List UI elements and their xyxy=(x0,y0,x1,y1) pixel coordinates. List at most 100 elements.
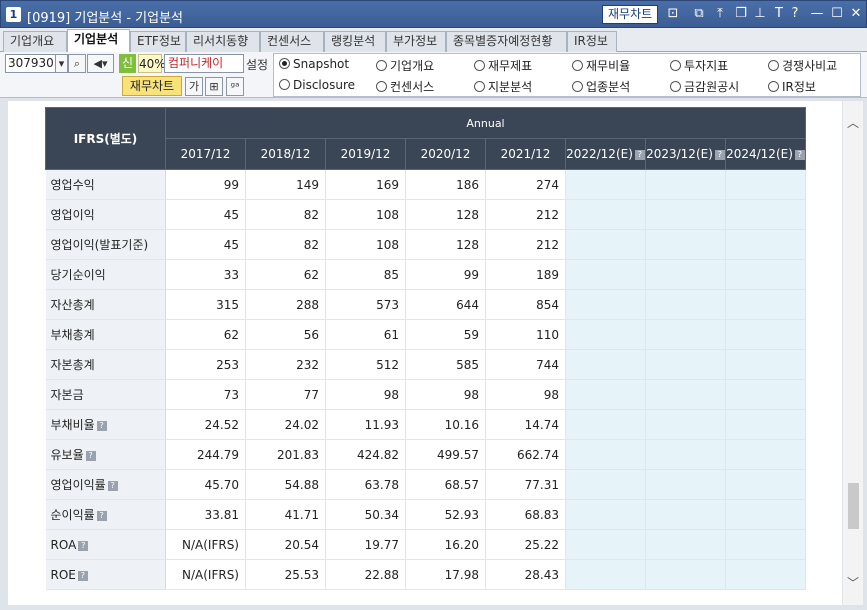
minimize-icon[interactable]: — xyxy=(809,6,825,22)
row-label[interactable]: 영업이익 xyxy=(45,199,166,230)
help-icon[interactable]: ? xyxy=(787,6,803,22)
tab-consensus[interactable]: 컨센서스 xyxy=(260,31,324,52)
radio-dot-icon xyxy=(670,81,681,92)
financial-chart-button[interactable]: 재무차트 xyxy=(122,76,182,96)
radio-dot-icon xyxy=(670,60,681,71)
expand-icon[interactable]: ⊞ xyxy=(205,77,223,96)
help-icon[interactable]: ? xyxy=(634,150,645,160)
row-label[interactable]: 영업수익 xyxy=(45,169,166,200)
radio-ir-info[interactable]: IR정보 xyxy=(768,78,816,95)
help-icon[interactable]: ? xyxy=(96,511,107,521)
table-row: ROE? N/A(IFRS) 25.53 22.88 17.98 28.43 xyxy=(45,559,806,590)
row-label[interactable]: 부채총계 xyxy=(45,319,166,350)
chart-icon[interactable]: ⊡ xyxy=(665,6,681,22)
company-name-field[interactable]: 컴퍼니케이 xyxy=(164,54,244,73)
financial-table: IFRS(별도) Annual 2017/12 2018/12 2019/12 202… xyxy=(45,107,806,590)
radio-competitor-comparison[interactable]: 경쟁사비교 xyxy=(768,57,837,74)
row-label[interactable]: ROE? xyxy=(45,559,166,590)
help-icon[interactable]: ? xyxy=(794,150,805,160)
move-top-icon[interactable]: ⤒ xyxy=(712,6,728,22)
close-icon[interactable]: ✕ xyxy=(848,6,864,22)
table-cell xyxy=(565,439,646,470)
row-label[interactable]: 자본금 xyxy=(45,379,166,410)
table-cell xyxy=(565,409,646,440)
table-row: 영업이익(발표기준) 45 82 108 128 212 xyxy=(45,229,806,260)
tab-ranking[interactable]: 랭킹분석 xyxy=(324,31,386,52)
tab-company-overview[interactable]: 기업개요 xyxy=(3,31,67,52)
radio-consensus[interactable]: 컨센서스 xyxy=(376,78,434,95)
window-title: [0919] 기업분석 - 기업분석 xyxy=(27,11,183,26)
settings-link[interactable]: 설정 xyxy=(246,56,268,73)
maximize-icon[interactable]: ☐ xyxy=(829,6,845,22)
table-cell: 24.52 xyxy=(165,409,246,440)
table-cell: 77 xyxy=(245,379,326,410)
font-up-icon[interactable]: ᵍᵃ xyxy=(226,77,244,96)
tab-ir-info[interactable]: IR정보 xyxy=(567,31,617,52)
scroll-up-icon[interactable]: ︿ xyxy=(847,117,859,129)
radio-fss-disclosure[interactable]: 금감원공시 xyxy=(670,78,739,95)
stock-code-input[interactable]: 307930 xyxy=(5,54,57,73)
table-cell: 20.54 xyxy=(245,529,326,560)
radio-investment-indicators[interactable]: 투자지표 xyxy=(670,57,728,74)
help-icon[interactable]: ? xyxy=(714,150,725,160)
row-label[interactable]: 당기순이익 xyxy=(45,259,166,290)
table-cell: 41.71 xyxy=(245,499,326,530)
table-row: 순이익률? 33.81 41.71 50.34 52.93 68.83 xyxy=(45,499,806,530)
help-icon[interactable]: ? xyxy=(96,421,107,431)
tab-research[interactable]: 리서치동향 xyxy=(186,31,260,52)
link-window-icon[interactable]: ⧉ xyxy=(691,6,707,22)
scroll-thumb[interactable] xyxy=(848,483,859,529)
row-label[interactable]: 자본총계 xyxy=(45,349,166,380)
table-cell: 82 xyxy=(245,199,326,230)
help-icon[interactable]: ? xyxy=(77,570,88,581)
table-cell: N/A(IFRS) xyxy=(165,529,246,560)
tab-etf-info[interactable]: ETF정보 xyxy=(130,31,186,52)
table-cell xyxy=(645,439,726,470)
radio-snapshot[interactable]: Snapshot xyxy=(279,57,349,71)
chevron-down-icon[interactable]: ▾ xyxy=(55,54,68,73)
table-cell: 62 xyxy=(245,259,326,290)
search-icon[interactable]: ⌕ xyxy=(68,54,86,73)
radio-dot-icon xyxy=(572,60,583,71)
font-size-icon[interactable]: 가 xyxy=(185,77,203,96)
table-cell: 744 xyxy=(485,349,566,380)
radio-shareholding[interactable]: 지분분석 xyxy=(474,78,532,95)
row-label[interactable]: 영업이익률? xyxy=(45,469,166,500)
help-icon[interactable]: ? xyxy=(78,540,89,551)
financial-chart-title-button[interactable]: 재무차트 xyxy=(602,5,659,24)
table-cell: 99 xyxy=(405,259,486,290)
table-cell: 98 xyxy=(325,379,406,410)
row-label[interactable]: 부채비율? xyxy=(45,409,166,440)
copy-window-icon[interactable]: ❐ xyxy=(733,6,749,22)
table-cell xyxy=(725,469,806,500)
row-label[interactable]: 순이익률? xyxy=(45,499,166,530)
radio-financial-ratios[interactable]: 재무비율 xyxy=(572,57,630,74)
help-icon[interactable]: ? xyxy=(107,481,118,491)
table-cell xyxy=(645,379,726,410)
radio-industry-analysis[interactable]: 업종분석 xyxy=(572,78,630,95)
table-cell xyxy=(565,199,646,230)
row-label[interactable]: 영업이익(발표기준) xyxy=(45,229,166,260)
row-label[interactable]: 자산총계 xyxy=(45,289,166,320)
radio-financial-statements[interactable]: 재무제표 xyxy=(474,57,532,74)
table-cell xyxy=(645,529,726,560)
table-row: 부채비율? 24.52 24.02 11.93 10.16 14.74 xyxy=(45,409,806,440)
tab-bar: 기업개요 기업분석 ETF정보 리서치동향 컨센서스 랭킹분석 부가정보 종목별… xyxy=(0,28,867,53)
table-cell xyxy=(565,169,646,200)
table-cell: 499.57 xyxy=(405,439,486,470)
scroll-down-icon[interactable]: ﹀ xyxy=(847,577,859,589)
font-icon[interactable]: T xyxy=(771,6,787,22)
tab-company-analysis[interactable]: 기업분석 xyxy=(67,29,130,53)
row-label[interactable]: 유보율? xyxy=(45,439,166,470)
speaker-icon[interactable]: ◀▾ xyxy=(87,54,114,73)
row-label[interactable]: ROA? xyxy=(45,529,166,560)
help-icon[interactable]: ? xyxy=(85,451,96,461)
tab-extra-info[interactable]: 부가정보 xyxy=(386,31,446,52)
radio-company-overview[interactable]: 기업개요 xyxy=(376,57,434,74)
pin-icon[interactable]: ⊥ xyxy=(752,6,768,22)
radio-disclosure[interactable]: Disclosure xyxy=(279,78,355,92)
column-header: 2020/12 xyxy=(405,138,486,170)
tab-capital-increase[interactable]: 종목별증자예정현황 xyxy=(446,31,567,52)
vertical-scrollbar[interactable]: ︿ ﹀ xyxy=(843,101,863,605)
table-cell: 212 xyxy=(485,199,566,230)
